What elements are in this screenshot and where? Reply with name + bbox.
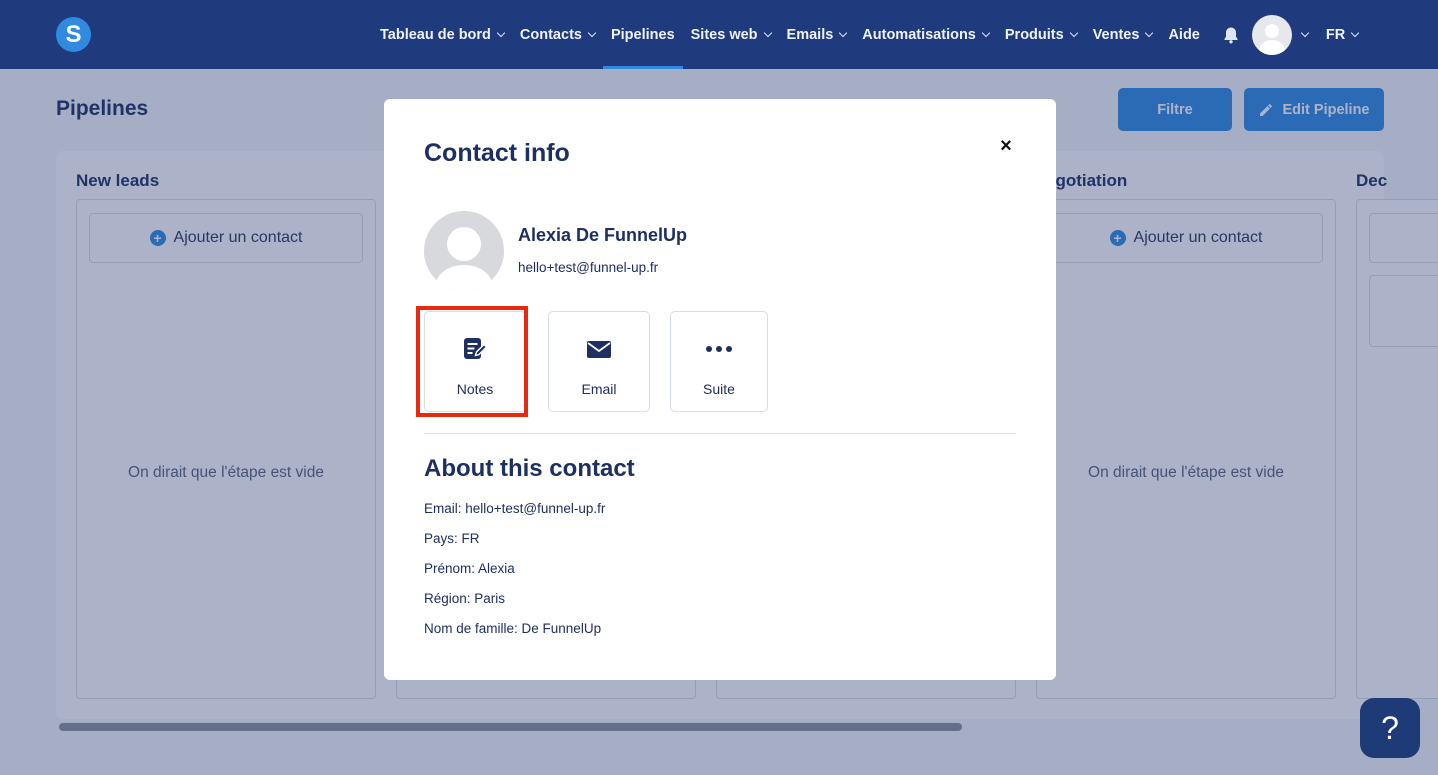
contact-info-modal: Contact info × Alexia De FunnelUp hello+…: [384, 99, 1056, 680]
chevron-down-icon: [1069, 28, 1078, 37]
top-navbar: S Tableau de bord Contacts Pipelines Sit…: [0, 0, 1438, 69]
nav-item-label: Sites web: [690, 26, 758, 43]
nav-item-dashboard[interactable]: Tableau de bord: [372, 0, 512, 69]
nav-item-label: Tableau de bord: [380, 26, 491, 43]
nav-item-label: Pipelines: [610, 26, 675, 43]
contact-field-email: Email: hello+test@funnel-up.fr: [424, 501, 606, 516]
user-avatar[interactable]: [1251, 14, 1292, 55]
nav-item-label: Contacts: [519, 26, 582, 43]
more-icon: [704, 336, 734, 367]
nav-item-emails[interactable]: Emails: [779, 0, 855, 69]
contact-avatar: [424, 211, 504, 291]
chevron-down-icon: [496, 28, 506, 37]
bell-icon[interactable]: [1222, 26, 1240, 44]
nav-item-label: Ventes: [1092, 26, 1140, 43]
chevron-down-icon: [587, 28, 597, 37]
action-label: Suite: [703, 381, 735, 397]
nav-item-products[interactable]: Produits: [997, 0, 1085, 69]
chevron-down-icon: [981, 28, 991, 37]
close-icon[interactable]: ×: [996, 136, 1016, 156]
contact-email: hello+test@funnel-up.fr: [518, 260, 659, 275]
contact-field-first-name: Prénom: Alexia: [424, 561, 515, 576]
language-label: FR: [1325, 26, 1346, 43]
main-nav: Tableau de bord Contacts Pipelines Sites…: [372, 0, 1360, 69]
nav-item-label: Automatisations: [862, 26, 976, 43]
divider: [424, 433, 1016, 434]
notes-highlight-box: [416, 306, 528, 417]
email-button[interactable]: Email: [548, 311, 650, 412]
contact-field-country: Pays: FR: [424, 531, 480, 546]
nav-item-label: Emails: [786, 26, 834, 43]
help-button[interactable]: ?: [1360, 698, 1420, 758]
app-logo[interactable]: S: [56, 17, 91, 52]
nav-item-pipelines[interactable]: Pipelines: [602, 0, 683, 69]
contact-field-region: Région: Paris: [424, 591, 506, 606]
chevron-down-icon[interactable]: [1300, 28, 1310, 37]
nav-item-sales[interactable]: Ventes: [1085, 0, 1161, 69]
nav-item-label: Aide: [1168, 26, 1200, 43]
chevron-down-icon: [839, 28, 848, 37]
contact-name: Alexia De FunnelUp: [518, 225, 688, 245]
nav-item-help[interactable]: Aide: [1160, 0, 1207, 69]
nav-item-automations[interactable]: Automatisations: [854, 0, 997, 69]
more-button[interactable]: Suite: [670, 311, 768, 412]
chevron-down-icon: [1350, 28, 1360, 37]
language-selector[interactable]: FR: [1325, 0, 1360, 69]
chevron-down-icon: [1145, 28, 1154, 37]
nav-item-label: Produits: [1004, 26, 1064, 43]
envelope-icon: [586, 336, 612, 367]
action-label: Email: [581, 381, 617, 397]
about-contact-heading: About this contact: [424, 455, 635, 482]
nav-item-contacts[interactable]: Contacts: [512, 0, 603, 69]
modal-title: Contact info: [424, 139, 570, 167]
contact-field-last-name: Nom de famille: De FunnelUp: [424, 621, 602, 636]
chevron-down-icon: [763, 28, 772, 37]
nav-item-websites[interactable]: Sites web: [683, 0, 779, 69]
